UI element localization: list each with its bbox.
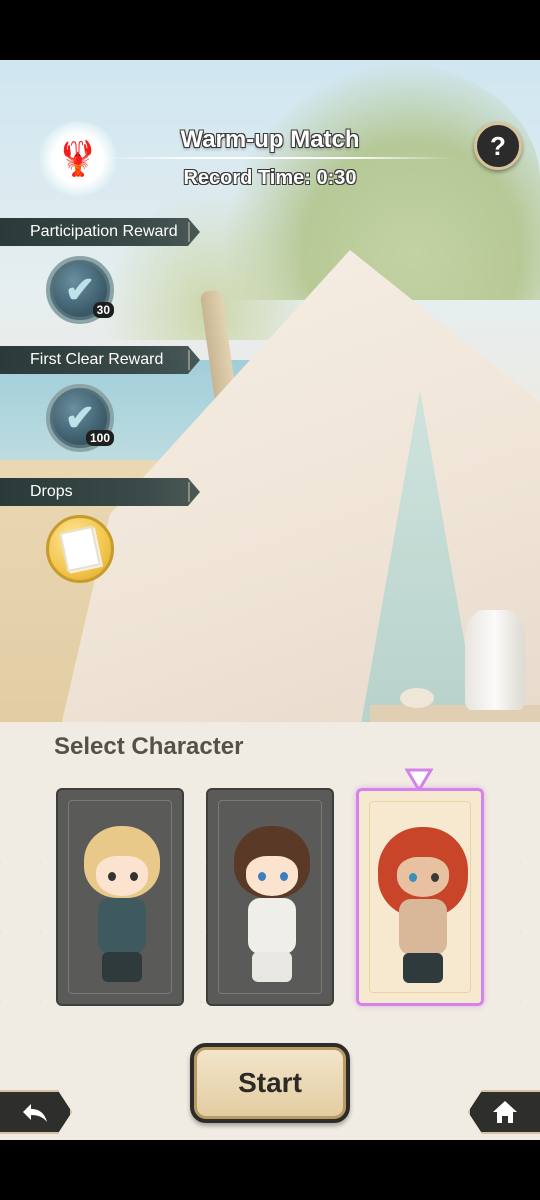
system-nav-bar <box>0 1140 540 1200</box>
event-emblem-icon: 🦞 <box>38 122 118 196</box>
kettle <box>465 610 525 710</box>
select-character-title: Select Character <box>54 733 244 760</box>
character-card-brown-hair[interactable] <box>206 788 334 1006</box>
back-arrow-icon <box>23 1104 47 1122</box>
start-button[interactable]: Start <box>190 1043 350 1123</box>
character-card-red-hair[interactable] <box>356 788 484 1006</box>
back-button[interactable] <box>0 1090 72 1134</box>
candle <box>400 688 434 708</box>
reward-quantity: 100 <box>85 430 114 446</box>
character-card-blonde[interactable] <box>56 788 184 1006</box>
home-button[interactable] <box>468 1090 540 1134</box>
help-button[interactable]: ? <box>474 122 522 170</box>
first-clear-reward-token[interactable]: ✔ 100 <box>46 384 114 452</box>
participation-reward-token[interactable]: ✔ 30 <box>46 256 114 324</box>
token-icon: ✔ <box>64 269 96 310</box>
record-time: Record Time: 0:30 <box>183 167 357 189</box>
photo-card-icon <box>59 525 101 573</box>
participation-reward-banner: Participation Reward <box>0 218 200 246</box>
page-title: Warm-up Match <box>180 126 360 153</box>
red-hair-character-portrait <box>373 827 473 987</box>
blonde-character-portrait <box>72 826 172 986</box>
question-icon: ? <box>490 130 506 161</box>
drops-photo-card[interactable] <box>46 515 114 583</box>
home-icon <box>493 1101 517 1123</box>
first-clear-reward-banner: First Clear Reward <box>0 346 200 374</box>
title-divider <box>95 157 455 159</box>
brown-hair-character-portrait <box>222 826 322 986</box>
reward-quantity: 30 <box>92 302 114 318</box>
drops-banner: Drops <box>0 478 200 506</box>
status-bar <box>0 0 540 60</box>
